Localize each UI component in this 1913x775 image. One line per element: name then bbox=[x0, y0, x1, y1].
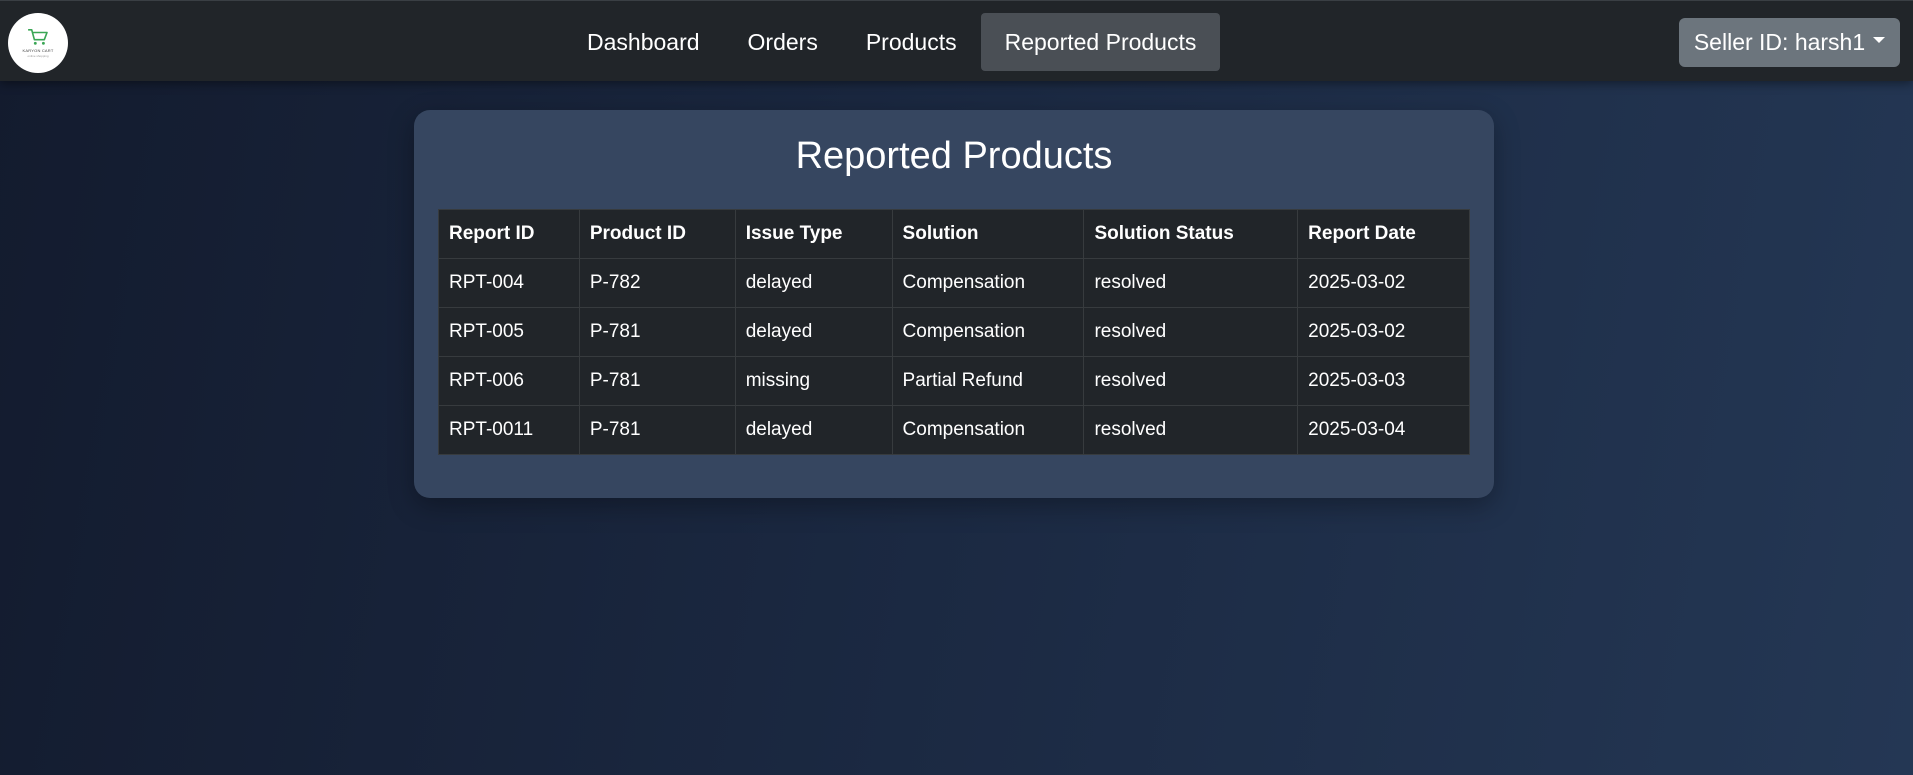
cell-report-date: 2025-03-02 bbox=[1297, 258, 1470, 308]
table-row: RPT-006 P-781 missing Partial Refund res… bbox=[438, 356, 1470, 406]
cell-product-id: P-781 bbox=[578, 307, 736, 357]
cell-solution-status: resolved bbox=[1083, 356, 1299, 406]
caret-down-icon bbox=[1873, 36, 1886, 43]
nav-products[interactable]: Products bbox=[842, 13, 981, 71]
column-header-solution-status: Solution Status bbox=[1083, 209, 1299, 259]
seller-label: Seller ID: harsh1 bbox=[1693, 29, 1866, 55]
cell-issue-type: delayed bbox=[734, 307, 893, 357]
reported-products-card: Reported Products Report ID Product ID I… bbox=[414, 110, 1494, 498]
cell-report-id: RPT-004 bbox=[438, 258, 580, 308]
cell-solution: Compensation bbox=[891, 258, 1085, 308]
cell-issue-type: delayed bbox=[734, 258, 893, 308]
logo-text: KARYON CART bbox=[22, 48, 54, 53]
column-header-issue-type: Issue Type bbox=[734, 209, 893, 259]
top-navbar: KARYON CART online shopping Dashboard Or… bbox=[0, 0, 1913, 81]
column-header-solution: Solution bbox=[891, 209, 1085, 259]
cell-report-date: 2025-03-04 bbox=[1297, 405, 1470, 455]
page-title: Reported Products bbox=[795, 135, 1113, 177]
column-header-report-id: Report ID bbox=[438, 209, 580, 259]
cell-product-id: P-781 bbox=[578, 405, 736, 455]
seller-dropdown-button[interactable]: Seller ID: harsh1 bbox=[1679, 18, 1900, 67]
column-header-product-id: Product ID bbox=[578, 209, 736, 259]
cell-report-date: 2025-03-02 bbox=[1297, 307, 1470, 357]
reported-products-table: Report ID Product ID Issue Type Solution… bbox=[438, 209, 1470, 455]
cell-solution-status: resolved bbox=[1083, 258, 1299, 308]
cell-solution: Compensation bbox=[891, 405, 1085, 455]
nav-links: Dashboard Orders Products Reported Produ… bbox=[563, 13, 1221, 71]
brand-logo[interactable]: KARYON CART online shopping bbox=[8, 13, 68, 73]
table-row: RPT-005 P-781 delayed Compensation resol… bbox=[438, 307, 1470, 357]
nav-reported-products[interactable]: Reported Products bbox=[980, 13, 1221, 71]
cell-product-id: P-782 bbox=[578, 258, 736, 308]
cell-solution-status: resolved bbox=[1083, 307, 1299, 357]
logo-subtext: online shopping bbox=[27, 54, 49, 58]
nav-orders[interactable]: Orders bbox=[724, 13, 842, 71]
table-header-row: Report ID Product ID Issue Type Solution… bbox=[438, 209, 1470, 259]
cell-report-id: RPT-005 bbox=[438, 307, 580, 357]
column-header-report-date: Report Date bbox=[1297, 209, 1470, 259]
cell-issue-type: delayed bbox=[734, 405, 893, 455]
nav-dashboard[interactable]: Dashboard bbox=[563, 13, 724, 71]
table-row: RPT-0011 P-781 delayed Compensation reso… bbox=[438, 405, 1470, 455]
cell-solution: Compensation bbox=[891, 307, 1085, 357]
cell-product-id: P-781 bbox=[578, 356, 736, 406]
shopping-cart-icon bbox=[28, 28, 48, 45]
cell-solution-status: resolved bbox=[1083, 405, 1299, 455]
cell-report-id: RPT-006 bbox=[438, 356, 580, 406]
cell-solution: Partial Refund bbox=[891, 356, 1085, 406]
cell-report-date: 2025-03-03 bbox=[1297, 356, 1470, 406]
table-row: RPT-004 P-782 delayed Compensation resol… bbox=[438, 258, 1470, 308]
cell-issue-type: missing bbox=[734, 356, 893, 406]
cell-report-id: RPT-0011 bbox=[438, 405, 580, 455]
